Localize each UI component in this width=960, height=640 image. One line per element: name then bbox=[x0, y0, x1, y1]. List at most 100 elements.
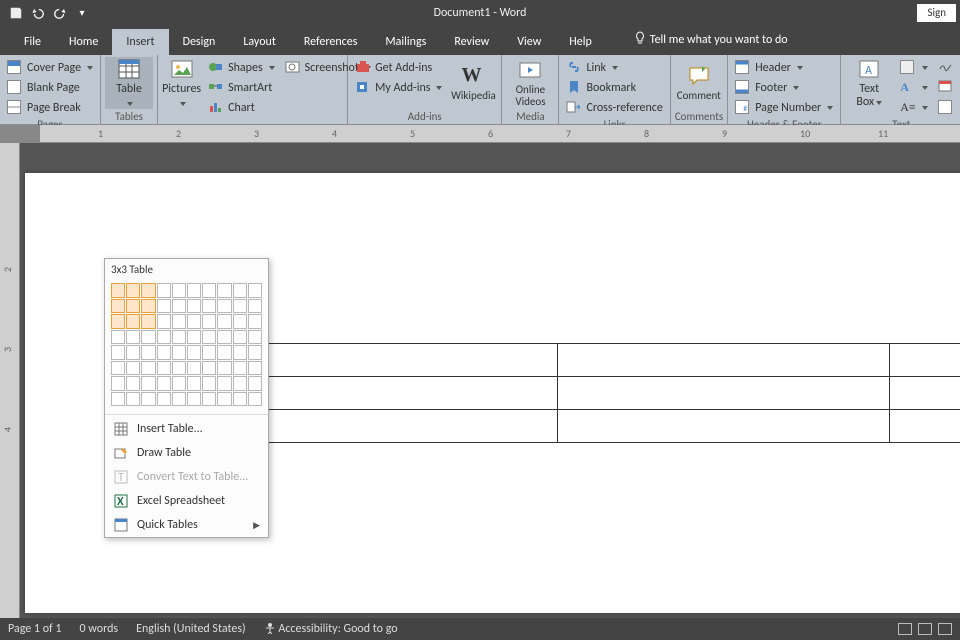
grid-cell[interactable] bbox=[157, 299, 171, 314]
grid-cell[interactable] bbox=[157, 376, 171, 391]
grid-cell[interactable] bbox=[248, 361, 262, 376]
tell-me-search[interactable]: Tell me what you want to do bbox=[626, 25, 796, 55]
grid-cell[interactable] bbox=[202, 283, 216, 298]
grid-cell[interactable] bbox=[248, 376, 262, 391]
tab-mailings[interactable]: Mailings bbox=[371, 29, 440, 55]
page-break-button[interactable]: Page Break bbox=[4, 99, 96, 117]
tab-view[interactable]: View bbox=[503, 29, 555, 55]
grid-cell[interactable] bbox=[202, 376, 216, 391]
pictures-button[interactable]: Pictures bbox=[162, 57, 201, 109]
grid-cell[interactable] bbox=[141, 361, 155, 376]
grid-cell[interactable] bbox=[248, 314, 262, 329]
grid-cell[interactable] bbox=[141, 345, 155, 360]
table-grid-picker[interactable] bbox=[105, 280, 268, 412]
grid-cell[interactable] bbox=[111, 330, 125, 345]
tab-file[interactable]: File bbox=[10, 29, 55, 55]
grid-cell[interactable] bbox=[217, 299, 231, 314]
grid-cell[interactable] bbox=[202, 392, 216, 407]
grid-cell[interactable] bbox=[202, 314, 216, 329]
header-button[interactable]: Header bbox=[732, 59, 836, 77]
grid-cell[interactable] bbox=[187, 314, 201, 329]
grid-cell[interactable] bbox=[157, 361, 171, 376]
bookmark-button[interactable]: Bookmark bbox=[563, 79, 665, 97]
quick-tables-menu-item[interactable]: Quick Tables▶ bbox=[105, 513, 268, 537]
comment-button[interactable]: Comment bbox=[675, 57, 723, 109]
grid-cell[interactable] bbox=[141, 376, 155, 391]
grid-cell[interactable] bbox=[126, 345, 140, 360]
undo-icon[interactable] bbox=[30, 5, 46, 21]
customize-qat-icon[interactable]: ▾ bbox=[74, 5, 90, 21]
tab-review[interactable]: Review bbox=[440, 29, 503, 55]
grid-cell[interactable] bbox=[111, 345, 125, 360]
grid-cell[interactable] bbox=[126, 376, 140, 391]
grid-cell[interactable] bbox=[233, 392, 247, 407]
grid-cell[interactable] bbox=[172, 345, 186, 360]
grid-cell[interactable] bbox=[157, 314, 171, 329]
link-button[interactable]: Link bbox=[563, 59, 665, 77]
grid-cell[interactable] bbox=[141, 314, 155, 329]
tab-help[interactable]: Help bbox=[555, 29, 606, 55]
grid-cell[interactable] bbox=[202, 330, 216, 345]
grid-cell[interactable] bbox=[157, 283, 171, 298]
sign-in-button[interactable]: Sign bbox=[917, 4, 956, 22]
wikipedia-button[interactable]: W Wikipedia bbox=[449, 57, 497, 109]
tab-design[interactable]: Design bbox=[169, 29, 230, 55]
grid-cell[interactable] bbox=[157, 392, 171, 407]
grid-cell[interactable] bbox=[141, 299, 155, 314]
grid-cell[interactable] bbox=[172, 314, 186, 329]
print-layout-icon[interactable] bbox=[918, 623, 932, 635]
online-videos-button[interactable]: Online Videos bbox=[506, 57, 554, 109]
grid-cell[interactable] bbox=[202, 299, 216, 314]
grid-cell[interactable] bbox=[217, 330, 231, 345]
cover-page-button[interactable]: Cover Page bbox=[4, 59, 96, 77]
grid-cell[interactable] bbox=[217, 283, 231, 298]
grid-cell[interactable] bbox=[111, 283, 125, 298]
draw-table-menu-item[interactable]: Draw Table bbox=[105, 441, 268, 465]
table-button[interactable]: Table bbox=[105, 57, 153, 109]
chart-button[interactable]: Chart bbox=[205, 99, 278, 117]
grid-cell[interactable] bbox=[187, 361, 201, 376]
grid-cell[interactable] bbox=[217, 376, 231, 391]
grid-cell[interactable] bbox=[141, 283, 155, 298]
grid-cell[interactable] bbox=[217, 361, 231, 376]
grid-cell[interactable] bbox=[141, 330, 155, 345]
smartart-button[interactable]: SmartArt bbox=[205, 79, 278, 97]
grid-cell[interactable] bbox=[233, 299, 247, 314]
grid-cell[interactable] bbox=[217, 314, 231, 329]
status-accessibility[interactable]: Accessibility: Good to go bbox=[264, 622, 398, 636]
grid-cell[interactable] bbox=[126, 330, 140, 345]
status-language[interactable]: English (United States) bbox=[136, 622, 246, 636]
grid-cell[interactable] bbox=[126, 314, 140, 329]
cross-reference-button[interactable]: Cross-reference bbox=[563, 99, 665, 117]
grid-cell[interactable] bbox=[248, 299, 262, 314]
grid-cell[interactable] bbox=[248, 392, 262, 407]
grid-cell[interactable] bbox=[172, 283, 186, 298]
grid-cell[interactable] bbox=[172, 376, 186, 391]
grid-cell[interactable] bbox=[187, 376, 201, 391]
excel-spreadsheet-menu-item[interactable]: XExcel Spreadsheet bbox=[105, 489, 268, 513]
grid-cell[interactable] bbox=[187, 345, 201, 360]
grid-cell[interactable] bbox=[111, 314, 125, 329]
grid-cell[interactable] bbox=[248, 283, 262, 298]
grid-cell[interactable] bbox=[233, 314, 247, 329]
tab-layout[interactable]: Layout bbox=[229, 29, 290, 55]
date-time-button[interactable] bbox=[935, 79, 957, 97]
grid-cell[interactable] bbox=[172, 392, 186, 407]
grid-cell[interactable] bbox=[248, 330, 262, 345]
read-mode-icon[interactable] bbox=[898, 623, 912, 635]
object-button[interactable] bbox=[935, 99, 957, 117]
footer-button[interactable]: Footer bbox=[732, 79, 836, 97]
tab-references[interactable]: References bbox=[290, 29, 372, 55]
tab-home[interactable]: Home bbox=[55, 29, 112, 55]
drop-cap-button[interactable]: A≡ bbox=[897, 99, 931, 117]
signature-line-button[interactable] bbox=[935, 59, 957, 77]
grid-cell[interactable] bbox=[172, 361, 186, 376]
grid-cell[interactable] bbox=[141, 392, 155, 407]
grid-cell[interactable] bbox=[111, 392, 125, 407]
insert-table-menu-item[interactable]: Insert Table... bbox=[105, 417, 268, 441]
grid-cell[interactable] bbox=[248, 345, 262, 360]
grid-cell[interactable] bbox=[126, 299, 140, 314]
tab-insert[interactable]: Insert bbox=[112, 29, 168, 55]
status-page[interactable]: Page 1 of 1 bbox=[8, 622, 62, 636]
grid-cell[interactable] bbox=[217, 345, 231, 360]
